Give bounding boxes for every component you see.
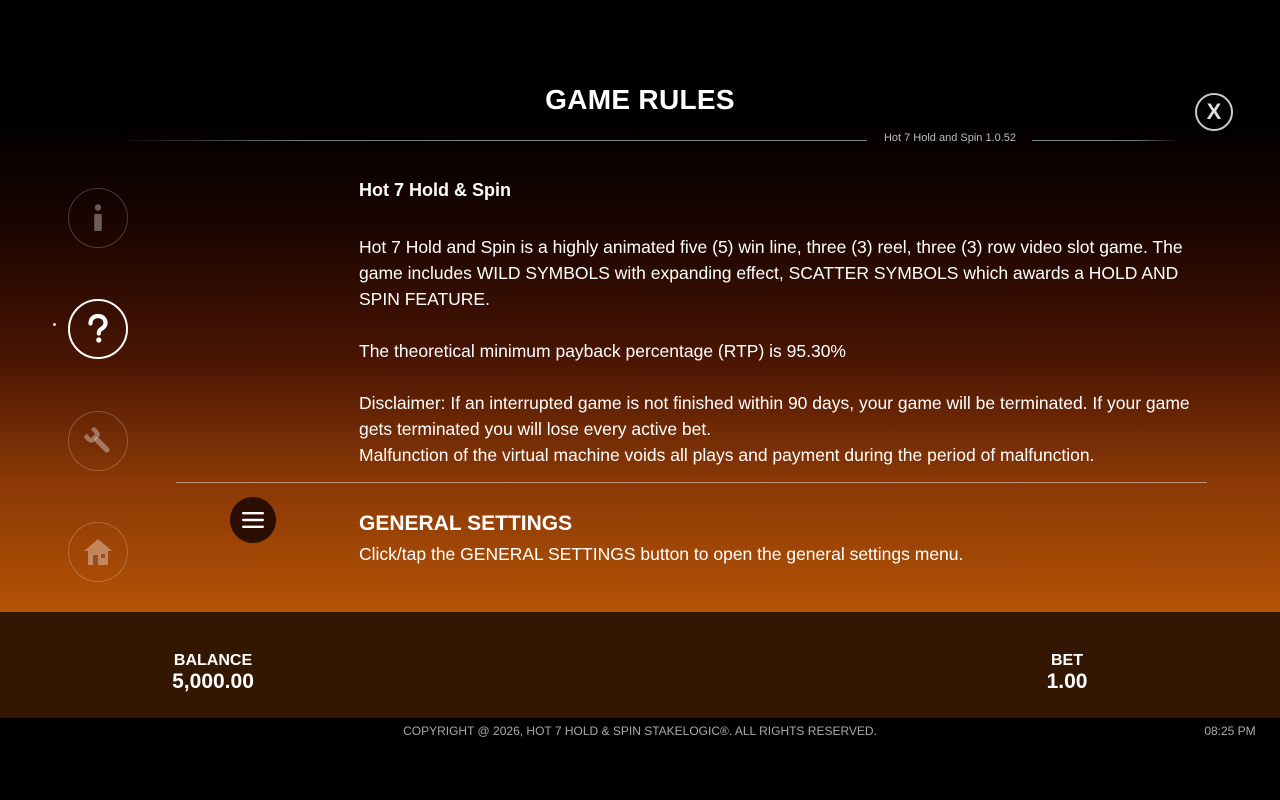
header-divider-right: [1032, 140, 1180, 141]
header-divider-left: [115, 140, 867, 141]
page-title: GAME RULES: [545, 84, 735, 115]
sidebar-item-info[interactable]: [68, 188, 128, 248]
bet-label: BET: [1051, 652, 1083, 669]
close-button[interactable]: X: [1195, 93, 1233, 131]
menu-icon: [242, 512, 264, 528]
disclaimer-text: Disclaimer: If an interrupted game is no…: [359, 393, 1190, 439]
question-icon: [88, 314, 108, 343]
general-settings-heading: GENERAL SETTINGS: [359, 512, 573, 535]
info-icon: [94, 204, 102, 231]
general-settings-text: Click/tap the GENERAL SETTINGS button to…: [359, 544, 964, 564]
sidebar-item-home[interactable]: [68, 522, 128, 582]
general-settings-icon: [230, 497, 276, 543]
rtp-text: The theoretical minimum payback percenta…: [359, 341, 846, 361]
balance-label: BALANCE: [173, 652, 253, 669]
section-divider: [176, 482, 1207, 483]
copyright-text: COPYRIGHT @ 2026, HOT 7 HOLD & SPIN STAK…: [403, 724, 877, 738]
game-title: Hot 7 Hold & Spin: [359, 180, 511, 200]
version-label: Hot 7 Hold and Spin 1.0.52: [883, 132, 1017, 144]
active-indicator: [53, 323, 56, 326]
clock: 08:25 PM: [1204, 724, 1256, 738]
wrench-icon: [83, 426, 110, 453]
malfunction-text: Malfunction of the virtual machine voids…: [359, 445, 1095, 465]
balance-value: 5,000.00: [172, 670, 254, 693]
sidebar-item-rules[interactable]: [68, 299, 128, 359]
home-icon: [84, 539, 112, 565]
game-description: Hot 7 Hold and Spin is a highly animated…: [359, 237, 1183, 309]
rules-content: Hot 7 Hold & Spin Hot 7 Hold and Spin is…: [359, 178, 1219, 468]
close-icon: X: [1206, 99, 1222, 124]
bet-display: BET 1.00: [1017, 652, 1117, 694]
bet-value: 1.00: [1046, 670, 1088, 693]
balance-display: BALANCE 5,000.00: [143, 652, 283, 694]
rules-screen: GAME RULES Hot 7 Hold and Spin 1.0.52 X: [0, 0, 1280, 612]
bottom-bar: BALANCE 5,000.00 BET 1.00: [0, 612, 1280, 718]
sidebar-item-settings[interactable]: [68, 411, 128, 471]
